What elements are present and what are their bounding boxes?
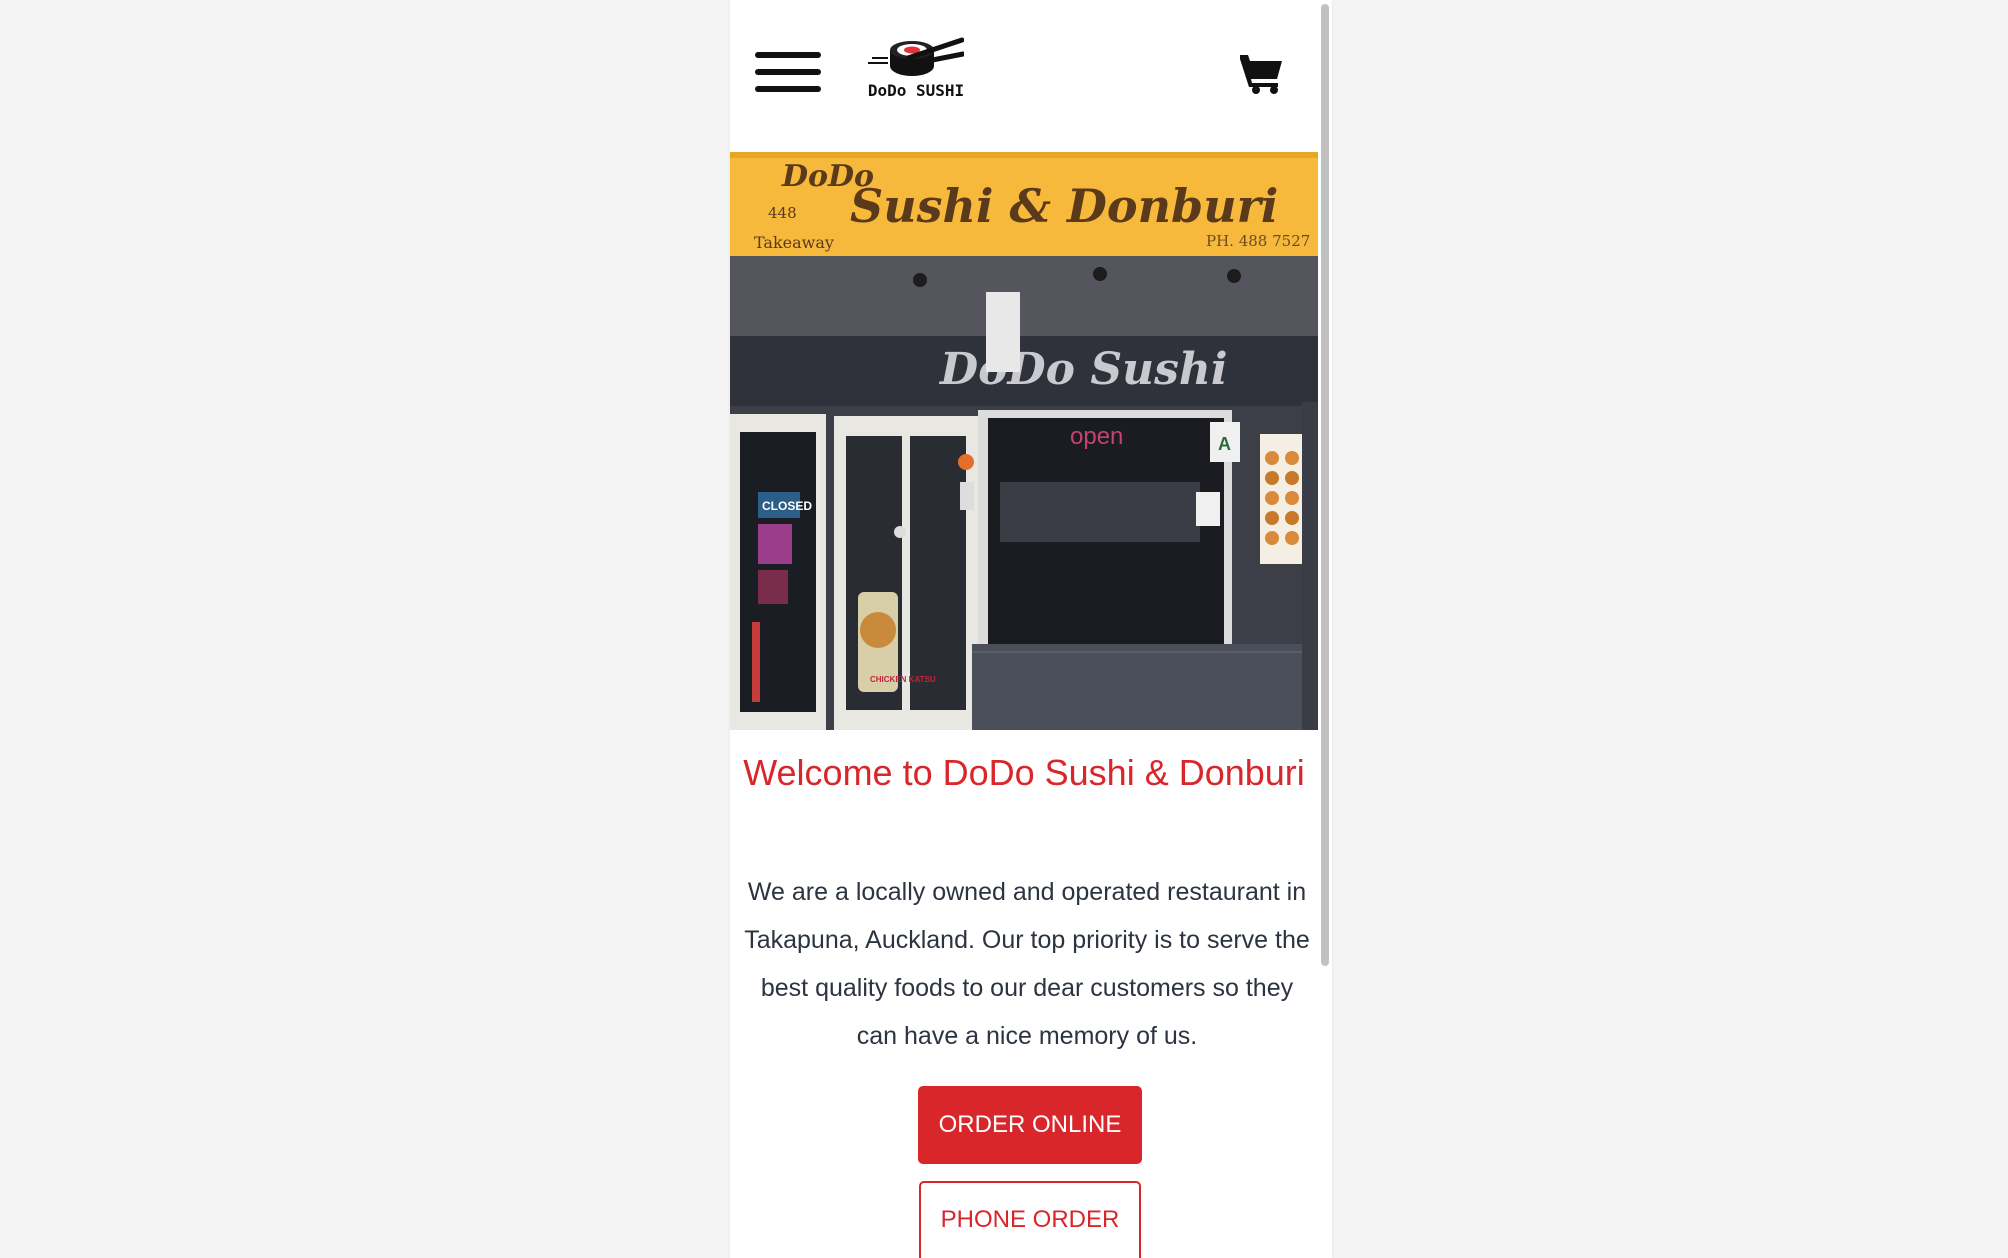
sign-title: Sushi & Donburi bbox=[850, 179, 1278, 233]
order-online-button[interactable]: ORDER ONLINE bbox=[918, 1086, 1142, 1164]
grade-badge: A bbox=[1218, 434, 1231, 454]
phone-order-button[interactable]: PHONE ORDER bbox=[919, 1181, 1141, 1258]
sign-takeaway: Takeaway bbox=[754, 233, 834, 252]
sushi-chopsticks-icon bbox=[868, 37, 964, 76]
sign-number: 448 bbox=[768, 204, 797, 222]
intro-paragraph: We are a locally owned and operated rest… bbox=[744, 878, 1310, 1050]
site-logo[interactable]: DoDo SUSHI bbox=[866, 36, 966, 108]
scrollbar-thumb[interactable] bbox=[1321, 4, 1329, 966]
closed-sign: CLOSED bbox=[762, 499, 812, 513]
scrollbar[interactable] bbox=[1318, 0, 1332, 1258]
hamburger-menu-icon[interactable] bbox=[755, 52, 821, 92]
open-sign: open bbox=[1070, 423, 1123, 450]
logo-text: DoDo SUSHI bbox=[867, 81, 965, 100]
top-bar: DoDo SUSHI bbox=[730, 0, 1318, 152]
mobile-page: DoDo SUSHI DoDo Sushi & Donburi 448 Take… bbox=[730, 0, 1332, 1258]
poster-text: CHICKEN KATSU bbox=[870, 675, 936, 684]
welcome-title: Welcome to DoDo Sushi & Donburi bbox=[743, 752, 1305, 793]
shopping-cart-icon[interactable] bbox=[1240, 52, 1284, 94]
sign-phone: PH. 488 7527 bbox=[1206, 232, 1310, 250]
storefront-sign: DoDo Sushi bbox=[938, 344, 1228, 395]
storefront-photo: DoDo Sushi & Donburi 448 Takeaway PH. 48… bbox=[730, 152, 1330, 730]
